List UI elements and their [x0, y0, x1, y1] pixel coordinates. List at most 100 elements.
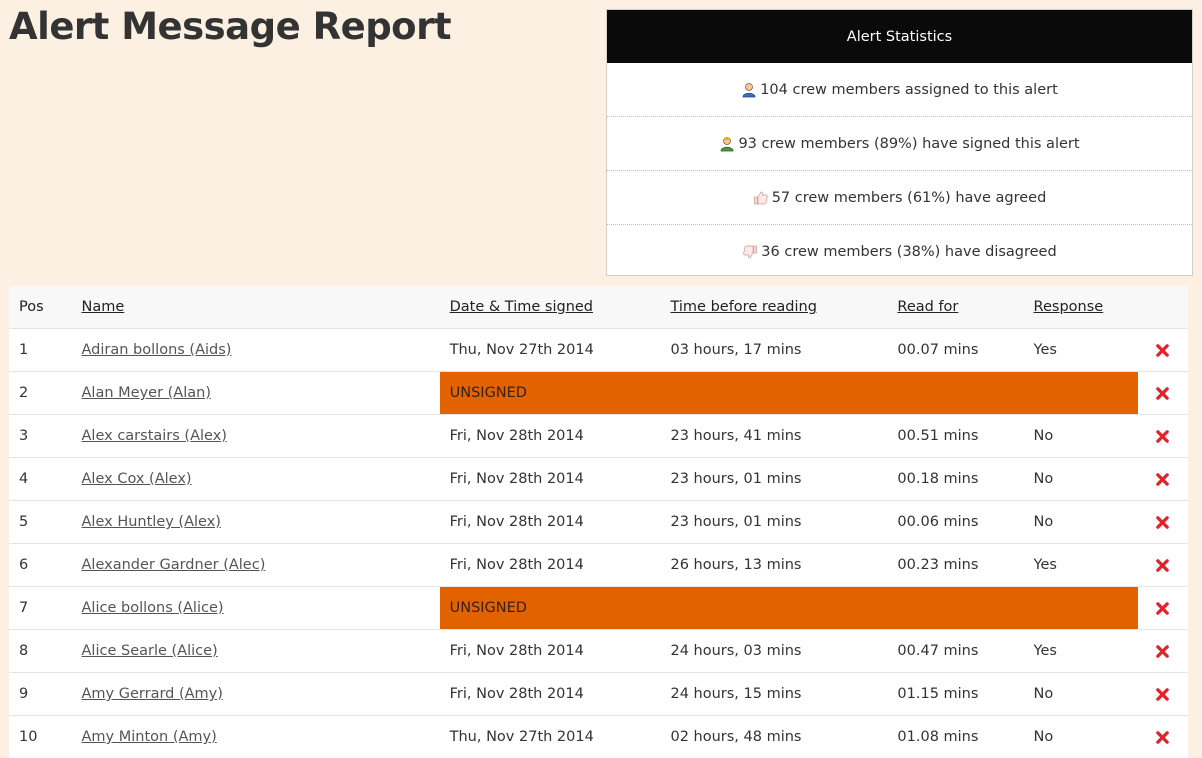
cell-response: No [1024, 501, 1138, 544]
cell-delete [1138, 329, 1189, 372]
crew-member-link[interactable]: Alice Searle (Alice) [82, 643, 218, 659]
stat-assigned: 104 crew members assigned to this alert [607, 63, 1192, 117]
column-header-pos: Pos [9, 286, 72, 329]
stat-signed: 93 crew members (89%) have signed this a… [607, 117, 1192, 171]
table-header-row: Pos Name Date & Time signed Time before … [9, 286, 1188, 329]
unsigned-badge: UNSIGNED [440, 587, 1138, 630]
delete-icon[interactable] [1155, 515, 1170, 530]
unsigned-badge: UNSIGNED [440, 372, 1138, 415]
crew-member-link[interactable]: Alex Huntley (Alex) [82, 514, 221, 530]
cell-pos: 7 [9, 587, 72, 630]
cell-date-signed: Fri, Nov 28th 2014 [440, 458, 661, 501]
cell-pos: 4 [9, 458, 72, 501]
delete-icon[interactable] [1155, 730, 1170, 745]
cell-date-signed: Fri, Nov 28th 2014 [440, 544, 661, 587]
crew-member-link[interactable]: Amy Gerrard (Amy) [82, 686, 223, 702]
cell-date-signed: Fri, Nov 28th 2014 [440, 415, 661, 458]
cell-pos: 2 [9, 372, 72, 415]
column-header-actions [1138, 286, 1189, 329]
table-row: 10 Amy Minton (Amy) Thu, Nov 27th 201402 h… [9, 716, 1188, 758]
crew-member-link[interactable]: Amy Minton (Amy) [82, 729, 217, 745]
thumbs-up-icon [753, 190, 769, 206]
table-row: 2 Alan Meyer (Alan) UNSIGNED [9, 372, 1188, 415]
table-row: 5Alex Huntley (Alex)Fri, Nov 28th 201423… [9, 501, 1188, 544]
cell-response: No [1024, 458, 1138, 501]
cell-pos: 8 [9, 630, 72, 673]
crew-member-link[interactable]: Alexander Gardner (Alec) [82, 557, 266, 573]
alert-statistics-header: Alert Statistics [607, 10, 1192, 63]
column-header-response[interactable]: Response [1024, 286, 1138, 329]
cell-read-for: 00.18 mins [887, 458, 1023, 501]
cell-time-before-reading: 23 hours, 41 mins [660, 415, 887, 458]
cell-name: Alex Huntley (Alex) [72, 501, 440, 544]
cell-date-signed: Thu, Nov 27th 2014 [440, 716, 661, 758]
cell-date-signed: Fri, Nov 28th 2014 [440, 673, 661, 716]
signed-user-icon [719, 136, 735, 152]
table-body: 1 Adiran bollons (Aids) Thu, Nov 27th 2014… [9, 329, 1188, 758]
cell-read-for: 01.08 mins [887, 716, 1023, 758]
column-header-name[interactable]: Name [72, 286, 440, 329]
table-row: 8 Alice Searle (Alice) Fri, Nov 28th 20142… [9, 630, 1188, 673]
cell-name: Alex Cox (Alex) [72, 458, 440, 501]
cell-date-signed: Fri, Nov 28th 2014 [440, 501, 661, 544]
cell-time-before-reading: 23 hours, 01 mins [660, 501, 887, 544]
column-header-date-signed[interactable]: Date & Time signed [440, 286, 661, 329]
cell-name: Adiran bollons (Aids) [72, 329, 440, 372]
table-row: 9 Amy Gerrard (Amy) Fri, Nov 28th 201424 h… [9, 673, 1188, 716]
cell-delete [1138, 415, 1189, 458]
table-row: 1 Adiran bollons (Aids) Thu, Nov 27th 2014… [9, 329, 1188, 372]
cell-date-signed: Fri, Nov 28th 2014 [440, 630, 661, 673]
stat-disagreed-text: 36 crew members (38%) have disagreed [761, 244, 1056, 260]
cell-delete [1138, 716, 1189, 758]
column-header-read-for[interactable]: Read for [887, 286, 1023, 329]
crew-member-link[interactable]: Alan Meyer (Alan) [82, 385, 211, 401]
cell-name: Amy Minton (Amy) [72, 716, 440, 758]
cell-pos: 6 [9, 544, 72, 587]
cell-name: Alan Meyer (Alan) [72, 372, 440, 415]
delete-icon[interactable] [1155, 343, 1170, 358]
table-row: 7 Alice bollons (Alice) UNSIGNED [9, 587, 1188, 630]
cell-pos: 3 [9, 415, 72, 458]
cell-delete [1138, 501, 1189, 544]
cell-pos: 9 [9, 673, 72, 716]
table-row: 4 Alex Cox (Alex) Fri, Nov 28th 201423 hou… [9, 458, 1188, 501]
crew-member-link[interactable]: Adiran bollons (Aids) [82, 342, 232, 358]
cell-read-for: 00.07 mins [887, 329, 1023, 372]
cell-date-signed: Thu, Nov 27th 2014 [440, 329, 661, 372]
crew-member-link[interactable]: Alex Cox (Alex) [82, 471, 192, 487]
cell-delete [1138, 544, 1189, 587]
delete-icon[interactable] [1155, 429, 1170, 444]
cell-name: Alice bollons (Alice) [72, 587, 440, 630]
crew-member-link[interactable]: Alice bollons (Alice) [82, 600, 224, 616]
cell-pos: 1 [9, 329, 72, 372]
stat-assigned-text: 104 crew members assigned to this alert [760, 82, 1058, 98]
cell-time-before-reading: 02 hours, 48 mins [660, 716, 887, 758]
cell-delete [1138, 372, 1189, 415]
delete-icon[interactable] [1155, 558, 1170, 573]
column-header-time-before-reading[interactable]: Time before reading [660, 286, 887, 329]
cell-delete [1138, 630, 1189, 673]
cell-pos: 10 [9, 716, 72, 758]
cell-time-before-reading: 03 hours, 17 mins [660, 329, 887, 372]
cell-read-for: 00.23 mins [887, 544, 1023, 587]
delete-icon[interactable] [1155, 687, 1170, 702]
stat-agreed-text: 57 crew members (61%) have agreed [772, 190, 1047, 206]
cell-time-before-reading: 23 hours, 01 mins [660, 458, 887, 501]
page-title: Alert Message Report [9, 5, 451, 48]
delete-icon[interactable] [1155, 644, 1170, 659]
delete-icon[interactable] [1155, 472, 1170, 487]
delete-icon[interactable] [1155, 386, 1170, 401]
cell-read-for: 01.15 mins [887, 673, 1023, 716]
cell-time-before-reading: 24 hours, 15 mins [660, 673, 887, 716]
cell-name: Alice Searle (Alice) [72, 630, 440, 673]
cell-response: No [1024, 673, 1138, 716]
stat-agreed: 57 crew members (61%) have agreed [607, 171, 1192, 225]
delete-icon[interactable] [1155, 601, 1170, 616]
cell-read-for: 00.47 mins [887, 630, 1023, 673]
cell-name: Alexander Gardner (Alec) [72, 544, 440, 587]
cell-time-before-reading: 24 hours, 03 mins [660, 630, 887, 673]
stat-disagreed: 36 crew members (38%) have disagreed [607, 225, 1192, 278]
cell-response: Yes [1024, 329, 1138, 372]
crew-member-link[interactable]: Alex carstairs (Alex) [82, 428, 227, 444]
cell-response: Yes [1024, 544, 1138, 587]
